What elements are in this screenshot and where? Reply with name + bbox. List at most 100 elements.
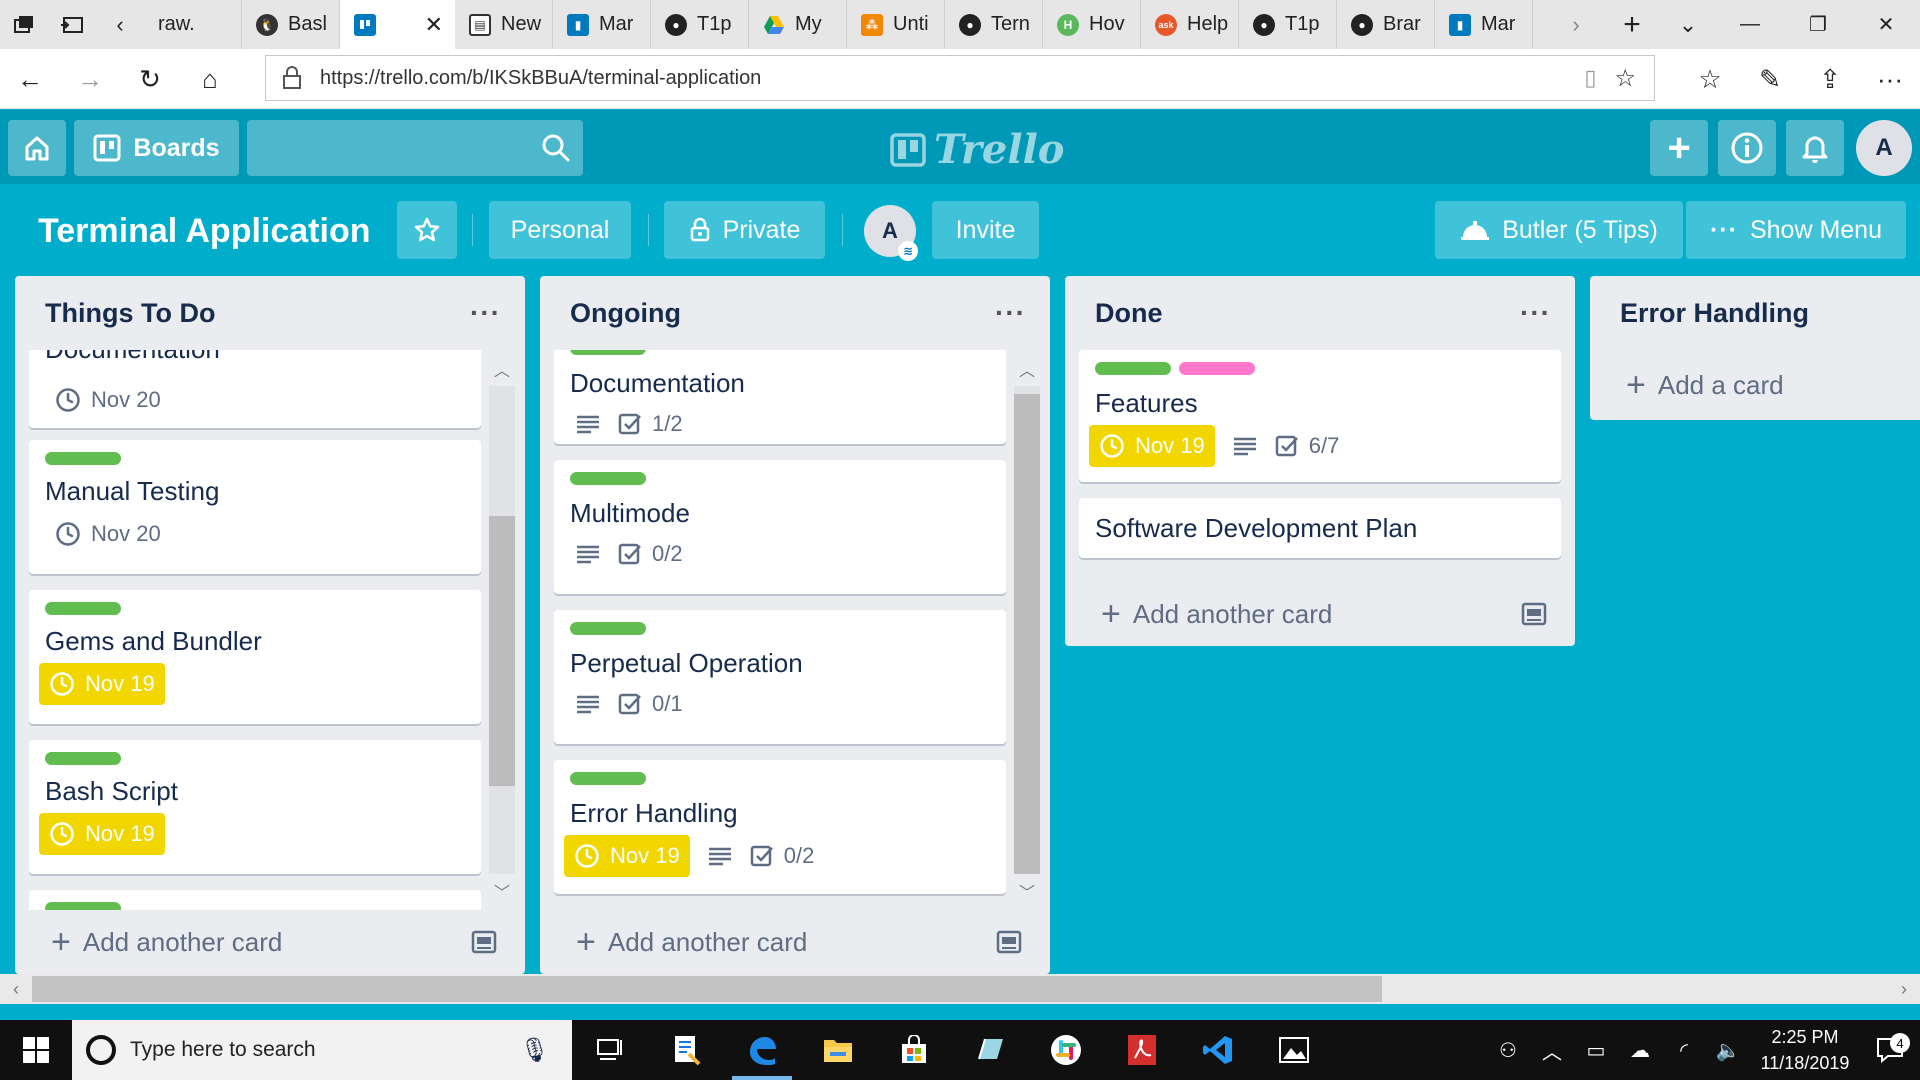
more-icon[interactable]: ··· xyxy=(1860,57,1920,101)
browser-tab[interactable]: ▮ Mar xyxy=(553,0,651,49)
volume-muted-icon[interactable]: 🔈 xyxy=(1706,1038,1750,1063)
list-scrollbar[interactable]: ︿ ﹀ xyxy=(1012,350,1042,910)
browser-tab[interactable]: ⁂ Unti xyxy=(847,0,945,49)
board-member-avatar[interactable]: A ≋ xyxy=(864,205,918,261)
microphone-icon[interactable]: 🎙 xyxy=(520,1036,550,1065)
set-tabs-aside-icon[interactable] xyxy=(48,0,96,49)
scroll-down-arrow-icon[interactable]: ﹀ xyxy=(487,876,517,906)
browser-tab[interactable]: ● T1p xyxy=(1239,0,1337,49)
card-partial[interactable] xyxy=(29,890,481,910)
boards-button[interactable]: Boards xyxy=(74,120,239,176)
scroll-right-arrow-icon[interactable]: › xyxy=(1890,974,1918,1004)
card[interactable]: Software Development Plan xyxy=(1079,498,1561,558)
tab-preview-chevron-icon[interactable]: ⌄ xyxy=(1660,12,1716,38)
wifi-icon[interactable]: ◜ xyxy=(1662,1038,1706,1063)
browser-tab[interactable]: My xyxy=(749,0,847,49)
new-tab-icon[interactable]: + xyxy=(1604,8,1660,42)
butler-button[interactable]: Butler (5 Tips) xyxy=(1435,201,1683,259)
list-menu-icon[interactable]: ··· xyxy=(995,297,1026,329)
onedrive-cloud-icon[interactable]: ☁ xyxy=(1618,1038,1662,1063)
browser-tab[interactable]: ▮ Mar xyxy=(1435,0,1533,49)
taskbar-search-input[interactable]: Type here to search 🎙 xyxy=(72,1020,572,1080)
team-button[interactable]: Personal xyxy=(489,201,631,259)
reading-view-icon[interactable]: ▯ xyxy=(1584,65,1596,91)
scroll-tabs-left-icon[interactable]: ‹ xyxy=(96,0,144,49)
card[interactable]: Gems and Bundler Nov 19 xyxy=(29,590,481,724)
favorites-icon[interactable]: ☆ xyxy=(1680,57,1740,101)
member-avatar[interactable]: A xyxy=(1856,120,1912,176)
store-icon[interactable] xyxy=(876,1020,952,1080)
card[interactable]: Perpetual Operation 0/1 xyxy=(554,610,1006,744)
browser-tab[interactable]: ● Brar xyxy=(1337,0,1435,49)
card[interactable]: Multimode 0/2 xyxy=(554,460,1006,594)
board-horizontal-scrollbar[interactable]: ‹ › xyxy=(0,974,1920,1004)
card[interactable]: Documentation Nov 20 xyxy=(29,350,481,428)
card-template-icon[interactable] xyxy=(1521,602,1547,626)
list-title[interactable]: Things To Do xyxy=(45,298,215,329)
scroll-thumb[interactable] xyxy=(489,516,515,786)
list-menu-icon[interactable]: ··· xyxy=(1520,297,1551,329)
task-view-icon[interactable] xyxy=(572,1020,648,1080)
add-card-button[interactable]: + Add another card xyxy=(540,910,1050,974)
home-icon[interactable]: ⌂ xyxy=(188,57,232,101)
scroll-left-arrow-icon[interactable]: ‹ xyxy=(2,974,30,1004)
browser-tab[interactable]: H Hov xyxy=(1043,0,1141,49)
board-title[interactable]: Terminal Application xyxy=(38,212,370,251)
invite-button[interactable]: Invite xyxy=(932,201,1039,259)
show-hidden-icons-chevron-icon[interactable]: ︿ xyxy=(1530,1036,1574,1065)
edge-browser-icon[interactable] xyxy=(724,1020,800,1080)
card-template-icon[interactable] xyxy=(996,930,1022,954)
add-card-button[interactable]: + Add another card xyxy=(1065,582,1575,646)
create-button[interactable]: + xyxy=(1650,120,1708,176)
show-menu-button[interactable]: ··· Show Menu xyxy=(1686,201,1906,259)
list-title[interactable]: Error Handling xyxy=(1620,298,1809,329)
acrobat-icon[interactable] xyxy=(1104,1020,1180,1080)
card[interactable]: Error Handling Nov 19 0/2 xyxy=(554,760,1006,894)
list-title[interactable]: Ongoing xyxy=(570,298,681,329)
scroll-tabs-right-icon[interactable]: › xyxy=(1548,12,1604,38)
tab-actions-icon[interactable] xyxy=(0,0,48,49)
browser-tab-active[interactable]: ✕ xyxy=(340,0,455,49)
scroll-up-arrow-icon[interactable]: ︿ xyxy=(487,354,517,384)
star-board-button[interactable] xyxy=(397,201,457,259)
card[interactable]: Manual Testing Nov 20 xyxy=(29,440,481,574)
scroll-thumb[interactable] xyxy=(1014,394,1040,874)
home-button[interactable] xyxy=(8,120,66,176)
close-tab-icon[interactable]: ✕ xyxy=(425,12,443,38)
list-menu-icon[interactable]: ··· xyxy=(470,297,501,329)
forward-arrow-icon[interactable]: → xyxy=(68,57,112,101)
scroll-up-arrow-icon[interactable]: ︿ xyxy=(1012,354,1042,384)
visibility-button[interactable]: Private xyxy=(664,201,825,259)
list-title[interactable]: Done xyxy=(1095,298,1163,329)
info-button[interactable] xyxy=(1718,120,1776,176)
battery-icon[interactable]: ▭ xyxy=(1574,1038,1618,1063)
back-arrow-icon[interactable]: ← xyxy=(8,57,52,101)
card-template-icon[interactable] xyxy=(471,930,497,954)
browser-tab[interactable]: raw. xyxy=(144,0,242,49)
restore-icon[interactable]: ❐ xyxy=(1784,12,1852,37)
url-field[interactable]: https://trello.com/b/IKSkBBuA/terminal-a… xyxy=(265,55,1655,101)
app-icon[interactable] xyxy=(952,1020,1028,1080)
add-card-button[interactable]: + Add another card xyxy=(15,910,525,974)
slack-icon[interactable] xyxy=(1028,1020,1104,1080)
browser-tab[interactable]: ● Tern xyxy=(945,0,1043,49)
word-pad-icon[interactable] xyxy=(648,1020,724,1080)
photos-icon[interactable] xyxy=(1256,1020,1332,1080)
search-input[interactable] xyxy=(247,120,583,176)
start-button[interactable] xyxy=(0,1020,72,1080)
people-icon[interactable]: ⚇ xyxy=(1486,1038,1530,1063)
list-scrollbar[interactable]: ︿ ﹀ xyxy=(487,350,517,910)
scroll-thumb[interactable] xyxy=(32,976,1382,1002)
card[interactable]: Features Nov 19 6/7 xyxy=(1079,350,1561,482)
browser-tab[interactable]: ▤ New xyxy=(455,0,553,49)
browser-tab[interactable]: ● T1p xyxy=(651,0,749,49)
close-window-icon[interactable]: ✕ xyxy=(1852,12,1920,37)
add-card-button[interactable]: + Add a card xyxy=(1590,350,1920,420)
card[interactable]: Documentation 1/2 xyxy=(554,350,1006,444)
scroll-down-arrow-icon[interactable]: ﹀ xyxy=(1012,876,1042,906)
file-explorer-icon[interactable] xyxy=(800,1020,876,1080)
card[interactable]: Bash Script Nov 19 xyxy=(29,740,481,874)
minimize-icon[interactable]: — xyxy=(1716,13,1784,36)
browser-tab[interactable]: 🐧 Basl xyxy=(242,0,340,49)
pen-icon[interactable]: ✎ xyxy=(1740,57,1800,101)
